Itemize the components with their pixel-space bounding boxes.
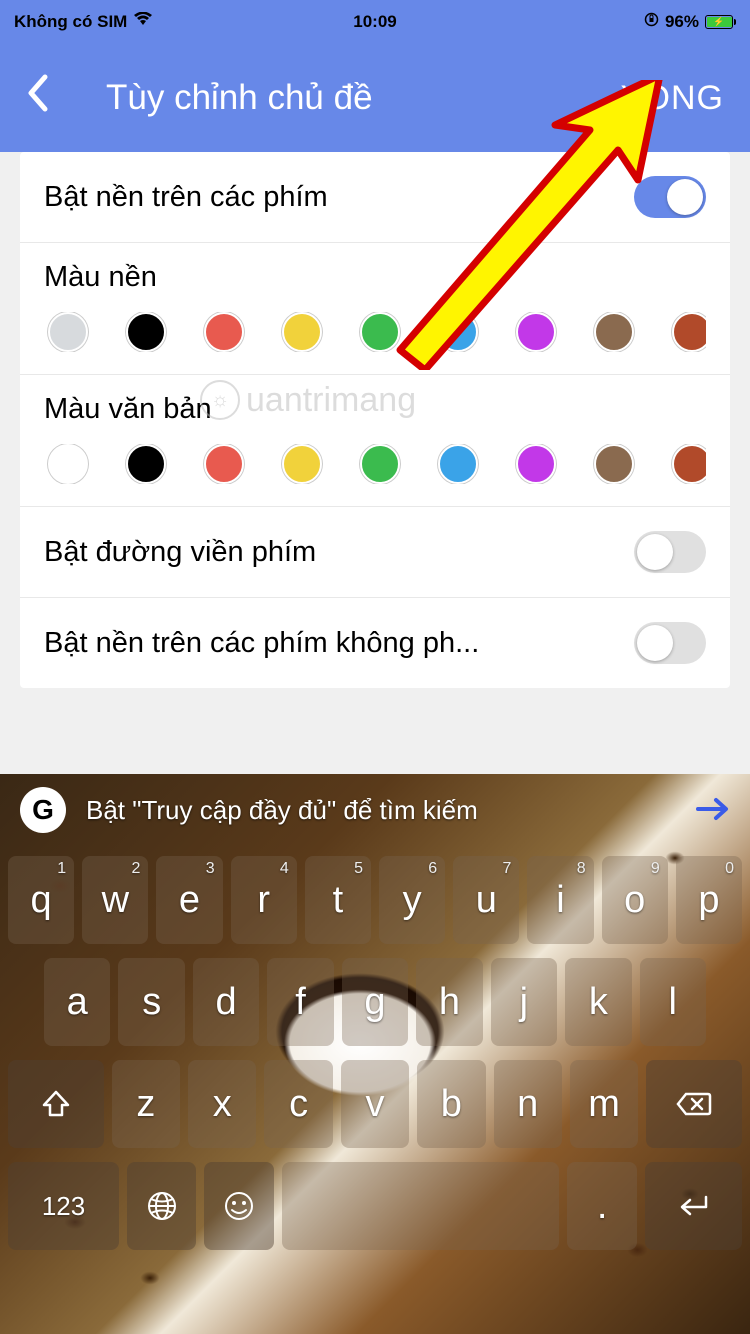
color-swatch[interactable] [438,312,478,352]
done-button[interactable]: XONG [620,79,724,118]
key-l[interactable]: l [640,958,706,1046]
key-u[interactable]: u7 [453,856,519,944]
setting-label: Bật đường viền phím [44,536,316,569]
color-swatch[interactable] [48,444,88,484]
keyboard-row-4: 123 . [8,1162,742,1250]
color-swatch[interactable] [48,312,88,352]
color-swatch[interactable] [204,444,244,484]
key-a[interactable]: a [44,958,110,1046]
key-c[interactable]: c [264,1060,332,1148]
wifi-icon [133,12,153,32]
key-f[interactable]: f [267,958,333,1046]
color-swatch[interactable] [594,444,634,484]
lightbulb-icon: ☼ [200,380,240,420]
toggle-key-background[interactable] [634,176,706,218]
key-r[interactable]: r4 [231,856,297,944]
setting-label: Bật nền trên các phím [44,181,328,214]
color-swatch[interactable] [360,312,400,352]
key-z[interactable]: z [112,1060,180,1148]
key-d[interactable]: d [193,958,259,1046]
key-b[interactable]: b [417,1060,485,1148]
battery-icon: ⚡ [705,15,736,29]
color-swatch[interactable] [204,312,244,352]
color-swatch[interactable] [516,444,556,484]
keyboard-row-2: asdfghjkl [8,958,742,1046]
color-swatch[interactable] [126,444,166,484]
section-background-color: Màu nền [20,243,730,375]
color-swatch[interactable] [594,312,634,352]
color-section-label: Màu nền [44,261,706,294]
color-swatch[interactable] [438,444,478,484]
status-bar: Không có SIM 10:09 96% ⚡ [0,0,750,44]
key-h[interactable]: h [416,958,482,1046]
key-m[interactable]: m [570,1060,638,1148]
clock: 10:09 [353,12,396,32]
suggestion-text: Bật "Truy cập đầy đủ" để tìm kiếm [86,795,676,826]
key-w[interactable]: w2 [82,856,148,944]
key-q[interactable]: q1 [8,856,74,944]
key-j[interactable]: j [491,958,557,1046]
toggle-key-border[interactable] [634,531,706,573]
settings-panel: Bật nền trên các phím Màu nền Màu văn bả… [20,152,730,688]
keyboard-row-3: zxcvbnm [8,1060,742,1148]
google-icon[interactable]: G [20,787,66,833]
setting-label: Bật nền trên các phím không ph... [44,627,479,660]
battery-percent: 96% [665,12,699,32]
key-t[interactable]: t5 [305,856,371,944]
key-n[interactable]: n [494,1060,562,1148]
space-key[interactable] [282,1162,560,1250]
watermark: ☼ uantrimang [200,380,416,420]
key-s[interactable]: s [118,958,184,1046]
toggle-nonkey-background[interactable] [634,622,706,664]
key-k[interactable]: k [565,958,631,1046]
shift-key[interactable] [8,1060,104,1148]
carrier-text: Không có SIM [14,12,127,32]
suggestion-bar: G Bật "Truy cập đầy đủ" để tìm kiếm [0,774,750,846]
text-color-swatches [44,444,706,484]
color-swatch[interactable] [360,444,400,484]
keyboard-preview: G Bật "Truy cập đầy đủ" để tìm kiếm q1w2… [0,774,750,1334]
emoji-key[interactable] [204,1162,273,1250]
numbers-key[interactable]: 123 [8,1162,119,1250]
globe-key[interactable] [127,1162,196,1250]
key-p[interactable]: p0 [676,856,742,944]
background-color-swatches [44,312,706,352]
key-e[interactable]: e3 [156,856,222,944]
color-swatch[interactable] [516,312,556,352]
key-x[interactable]: x [188,1060,256,1148]
color-swatch[interactable] [126,312,166,352]
setting-key-background: Bật nền trên các phím [20,152,730,243]
arrow-right-icon[interactable] [696,791,730,830]
back-button[interactable] [26,74,48,122]
rotation-lock-icon [644,12,659,32]
color-swatch[interactable] [282,312,322,352]
setting-nonkey-background: Bật nền trên các phím không ph... [20,598,730,688]
color-swatch[interactable] [282,444,322,484]
key-v[interactable]: v [341,1060,409,1148]
keyboard-row-1: q1w2e3r4t5y6u7i8o9p0 [8,856,742,944]
navigation-bar: Tùy chỉnh chủ đề XONG [0,44,750,152]
color-swatch[interactable] [672,444,706,484]
key-y[interactable]: y6 [379,856,445,944]
period-key[interactable]: . [567,1162,636,1250]
key-g[interactable]: g [342,958,408,1046]
key-i[interactable]: i8 [527,856,593,944]
page-title: Tùy chỉnh chủ đề [106,78,373,118]
enter-key[interactable] [645,1162,742,1250]
key-o[interactable]: o9 [602,856,668,944]
color-swatch[interactable] [672,312,706,352]
backspace-key[interactable] [646,1060,742,1148]
setting-key-border: Bật đường viền phím [20,507,730,598]
